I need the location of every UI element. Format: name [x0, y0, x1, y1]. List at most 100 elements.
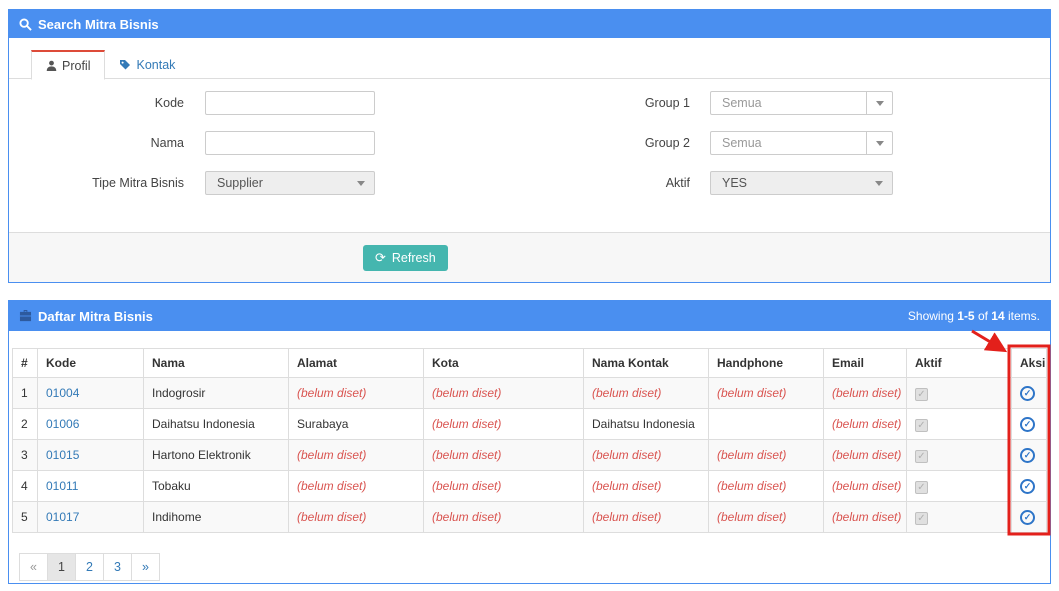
- kota-cell: (belum diset): [424, 502, 584, 533]
- nama-cell: Tobaku: [144, 471, 289, 502]
- nama-cell: Indihome: [144, 502, 289, 533]
- email-cell: (belum diset): [824, 502, 907, 533]
- pagination-page-1[interactable]: 1: [47, 553, 76, 581]
- chevron-down-icon: [876, 141, 884, 146]
- search-icon: [19, 18, 32, 31]
- pagination-next[interactable]: »: [131, 553, 160, 581]
- row-num: 5: [13, 502, 38, 533]
- refresh-button-label: Refresh: [392, 251, 436, 265]
- group1-value: Semua: [711, 96, 762, 110]
- email-cell: (belum diset): [824, 471, 907, 502]
- col-header-nama: Nama: [144, 349, 289, 378]
- tipe-mitra-bisnis-value: Supplier: [206, 176, 263, 190]
- search-form: Kode Nama Tipe Mitra Bisnis Supplier Gro…: [9, 79, 1050, 232]
- aktif-value: YES: [711, 176, 747, 190]
- tab-kontak-label: Kontak: [136, 58, 175, 72]
- alamat-cell: (belum diset): [289, 471, 424, 502]
- tipe-mitra-bisnis-label: Tipe Mitra Bisnis: [19, 176, 184, 190]
- user-icon: [46, 60, 57, 71]
- row-num: 2: [13, 409, 38, 440]
- kode-link[interactable]: 01015: [46, 448, 79, 462]
- list-panel-title: Daftar Mitra Bisnis: [38, 309, 153, 324]
- kode-link[interactable]: 01006: [46, 417, 79, 431]
- nama-cell: Indogrosir: [144, 378, 289, 409]
- handphone-cell: (belum diset): [709, 502, 824, 533]
- search-panel-header: Search Mitra Bisnis: [9, 10, 1050, 38]
- chevron-down-icon: [357, 181, 365, 186]
- aktif-label: Aktif: [549, 176, 690, 190]
- mitra-bisnis-table: # Kode Nama Alamat Kota Nama Kontak Hand…: [12, 348, 1047, 533]
- kode-input[interactable]: [205, 91, 375, 115]
- email-cell: (belum diset): [824, 378, 907, 409]
- nama-cell: Daihatsu Indonesia: [144, 409, 289, 440]
- aksi-check-circle-icon[interactable]: ✓: [1020, 479, 1035, 494]
- alamat-cell: Surabaya: [289, 409, 424, 440]
- daftar-mitra-bisnis-panel: Daftar Mitra Bisnis Showing 1-5 of 14 it…: [8, 300, 1051, 584]
- kode-link[interactable]: 01004: [46, 386, 79, 400]
- list-panel-header: Daftar Mitra Bisnis Showing 1-5 of 14 it…: [9, 301, 1050, 331]
- email-cell: (belum diset): [824, 440, 907, 471]
- aktif-checkbox: ✓: [915, 481, 928, 494]
- col-header-num: #: [13, 349, 38, 378]
- kota-cell: (belum diset): [424, 440, 584, 471]
- aktif-select[interactable]: YES: [710, 171, 893, 195]
- group2-value: Semua: [711, 136, 762, 150]
- kota-cell: (belum diset): [424, 471, 584, 502]
- aktif-checkbox: ✓: [915, 450, 928, 463]
- tipe-mitra-bisnis-select[interactable]: Supplier: [205, 171, 375, 195]
- pagination-page-2[interactable]: 2: [75, 553, 104, 581]
- tab-kontak[interactable]: Kontak: [105, 50, 189, 80]
- aktif-checkbox: ✓: [915, 388, 928, 401]
- table-row: 3 01015 Hartono Elektronik (belum diset)…: [13, 440, 1047, 471]
- aksi-check-circle-icon[interactable]: ✓: [1020, 448, 1035, 463]
- row-num: 1: [13, 378, 38, 409]
- group1-label: Group 1: [549, 96, 690, 110]
- table-row: 2 01006 Daihatsu Indonesia Surabaya (bel…: [13, 409, 1047, 440]
- refresh-button[interactable]: ⟳ Refresh: [363, 245, 448, 271]
- col-header-handphone: Handphone: [709, 349, 824, 378]
- alamat-cell: (belum diset): [289, 440, 424, 471]
- nama-kontak-cell: (belum diset): [584, 440, 709, 471]
- email-cell: (belum diset): [824, 409, 907, 440]
- aktif-checkbox: ✓: [915, 512, 928, 525]
- kode-link[interactable]: 01017: [46, 510, 79, 524]
- pagination-page-3[interactable]: 3: [103, 553, 132, 581]
- nama-kontak-cell: Daihatsu Indonesia: [584, 409, 709, 440]
- col-header-alamat: Alamat: [289, 349, 424, 378]
- nama-label: Nama: [19, 136, 184, 150]
- handphone-cell: (belum diset): [709, 378, 824, 409]
- nama-kontak-cell: (belum diset): [584, 502, 709, 533]
- tab-profil[interactable]: Profil: [31, 50, 105, 80]
- row-num: 3: [13, 440, 38, 471]
- alamat-cell: (belum diset): [289, 378, 424, 409]
- pagination: « 1 2 3 »: [19, 553, 1047, 581]
- nama-cell: Hartono Elektronik: [144, 440, 289, 471]
- table-header-row: # Kode Nama Alamat Kota Nama Kontak Hand…: [13, 349, 1047, 378]
- pagination-prev[interactable]: «: [19, 553, 48, 581]
- group1-select[interactable]: Semua: [710, 91, 893, 115]
- tab-profil-label: Profil: [62, 59, 90, 73]
- search-mitra-bisnis-panel: Search Mitra Bisnis Profil Kontak Kode N…: [8, 9, 1051, 283]
- group2-select[interactable]: Semua: [710, 131, 893, 155]
- aksi-check-circle-icon[interactable]: ✓: [1020, 386, 1035, 401]
- aksi-check-circle-icon[interactable]: ✓: [1020, 510, 1035, 525]
- handphone-cell: (belum diset): [709, 471, 824, 502]
- kota-cell: (belum diset): [424, 409, 584, 440]
- briefcase-icon: [19, 310, 32, 322]
- kode-link[interactable]: 01011: [46, 479, 78, 493]
- handphone-cell: [709, 409, 824, 440]
- nama-kontak-cell: (belum diset): [584, 471, 709, 502]
- tag-icon: [119, 59, 131, 71]
- chevron-down-icon: [875, 181, 883, 186]
- kode-label: Kode: [19, 96, 184, 110]
- col-header-kode: Kode: [38, 349, 144, 378]
- group2-label: Group 2: [549, 136, 690, 150]
- col-header-aksi: Aksi: [1012, 349, 1047, 378]
- table-row: 4 01011 Tobaku (belum diset) (belum dise…: [13, 471, 1047, 502]
- nama-kontak-cell: (belum diset): [584, 378, 709, 409]
- col-header-kota: Kota: [424, 349, 584, 378]
- table-row: 5 01017 Indihome (belum diset) (belum di…: [13, 502, 1047, 533]
- refresh-icon: ⟳: [375, 250, 386, 266]
- aksi-check-circle-icon[interactable]: ✓: [1020, 417, 1035, 432]
- nama-input[interactable]: [205, 131, 375, 155]
